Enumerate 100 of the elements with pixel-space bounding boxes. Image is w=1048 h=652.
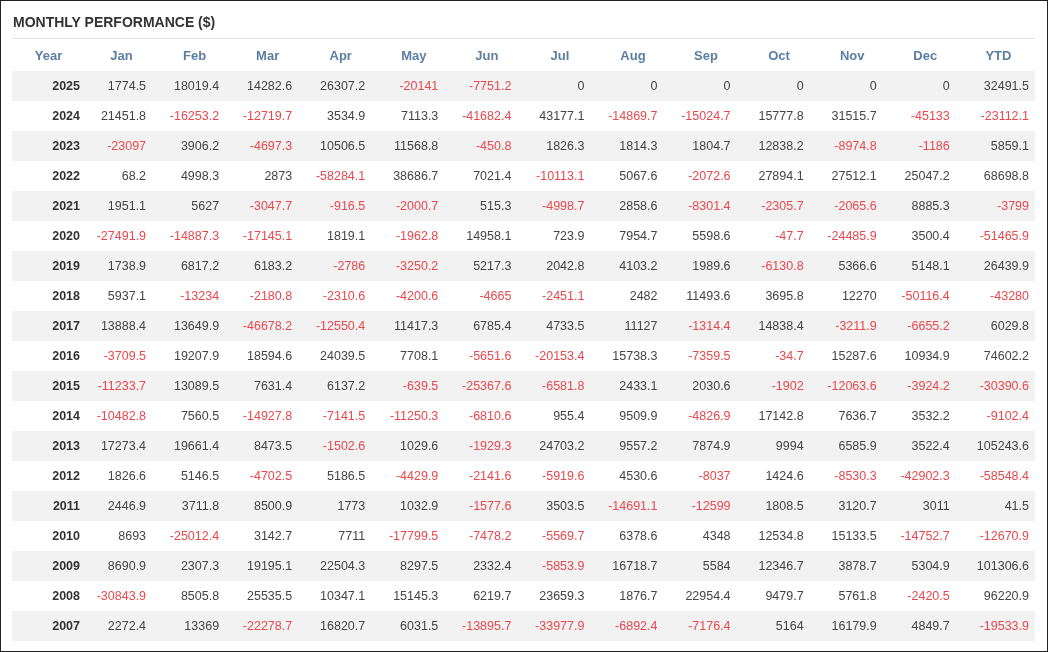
table-cell: 5148.1: [888, 251, 962, 281]
table-cell: 16820.7: [304, 611, 378, 641]
table-cell: 9557.2: [596, 431, 670, 461]
column-header: YTD: [961, 39, 1035, 71]
table-cell: 8297.5: [377, 551, 451, 581]
table-cell: 723.9: [523, 221, 597, 251]
year-cell: 2016: [12, 341, 85, 371]
table-cell: 2433.1: [596, 371, 670, 401]
table-cell: -2786: [304, 251, 378, 281]
table-cell: -9102.4: [961, 401, 1035, 431]
year-cell: 2018: [12, 281, 85, 311]
table-cell: -12599: [669, 491, 743, 521]
table-cell: -7478.2: [450, 521, 524, 551]
table-cell: 16718.7: [596, 551, 670, 581]
table-cell: 15145.3: [377, 581, 451, 611]
table-cell: 0: [742, 71, 816, 101]
column-header: Jun: [450, 39, 524, 71]
table-cell: 1819.1: [304, 221, 378, 251]
table-cell: -5919.6: [523, 461, 597, 491]
table-cell: 2873: [231, 161, 305, 191]
table-cell: -47.7: [742, 221, 816, 251]
table-cell: -6130.8: [742, 251, 816, 281]
table-cell: 4849.7: [888, 611, 962, 641]
table-cell: 8500.9: [231, 491, 305, 521]
table-cell: -45133: [888, 101, 962, 131]
column-header: Jul: [523, 39, 597, 71]
table-cell: 5859.1: [961, 131, 1035, 161]
table-cell: -20141: [377, 71, 451, 101]
table-cell: 5146.5: [158, 461, 232, 491]
table-cell: 7021.4: [450, 161, 524, 191]
table-cell: -4702.5: [231, 461, 305, 491]
table-cell: 2272.4: [85, 611, 159, 641]
table-cell: -12063.6: [815, 371, 889, 401]
table-cell: -3799: [961, 191, 1035, 221]
table-cell: -3924.2: [888, 371, 962, 401]
table-cell: 5598.6: [669, 221, 743, 251]
table-cell: -1502.6: [304, 431, 378, 461]
table-cell: 4103.2: [596, 251, 670, 281]
table-cell: 1738.9: [85, 251, 159, 281]
table-cell: -2180.8: [231, 281, 305, 311]
table-cell: 12270: [815, 281, 889, 311]
table-cell: 7954.7: [596, 221, 670, 251]
table-cell: -2451.1: [523, 281, 597, 311]
table-cell: -3211.9: [815, 311, 889, 341]
table-cell: 38686.7: [377, 161, 451, 191]
table-cell: 7113.3: [377, 101, 451, 131]
table-cell: 7708.1: [377, 341, 451, 371]
table-cell: -7176.4: [669, 611, 743, 641]
table-cell: 14282.6: [231, 71, 305, 101]
table-cell: -639.5: [377, 371, 451, 401]
table-cell: -58548.4: [961, 461, 1035, 491]
table-cell: 15777.8: [742, 101, 816, 131]
table-cell: 3500.4: [888, 221, 962, 251]
table-cell: 7711: [304, 521, 378, 551]
table-cell: 0: [669, 71, 743, 101]
table-cell: 13089.5: [158, 371, 232, 401]
table-cell: 13649.9: [158, 311, 232, 341]
table-cell: 3503.5: [523, 491, 597, 521]
column-header: Oct: [742, 39, 816, 71]
table-cell: 7631.4: [231, 371, 305, 401]
table-cell: 17273.4: [85, 431, 159, 461]
table-cell: -10113.1: [523, 161, 597, 191]
table-cell: 5304.9: [888, 551, 962, 581]
table-cell: 23659.3: [523, 581, 597, 611]
table-cell: 43177.1: [523, 101, 597, 131]
table-cell: -1577.6: [450, 491, 524, 521]
table-cell: -3709.5: [85, 341, 159, 371]
table-cell: -8037: [669, 461, 743, 491]
table-cell: 3532.2: [888, 401, 962, 431]
table-cell: -6810.6: [450, 401, 524, 431]
column-header: Aug: [596, 39, 670, 71]
table-cell: 4998.3: [158, 161, 232, 191]
table-cell: -17145.1: [231, 221, 305, 251]
table-cell: 74602.2: [961, 341, 1035, 371]
table-cell: -46678.2: [231, 311, 305, 341]
year-cell: 2008: [12, 581, 85, 611]
table-cell: -25012.4: [158, 521, 232, 551]
table-cell: 8690.9: [85, 551, 159, 581]
table-cell: -8974.8: [815, 131, 889, 161]
table-cell: 1951.1: [85, 191, 159, 221]
table-cell: -6581.8: [523, 371, 597, 401]
table-cell: 2446.9: [85, 491, 159, 521]
table-cell: -11250.3: [377, 401, 451, 431]
table-cell: 16179.9: [815, 611, 889, 641]
table-cell: -13895.7: [450, 611, 524, 641]
year-cell: 2012: [12, 461, 85, 491]
table-cell: 3142.7: [231, 521, 305, 551]
year-cell: 2009: [12, 551, 85, 581]
table-cell: -14752.7: [888, 521, 962, 551]
table-cell: 9994: [742, 431, 816, 461]
table-cell: -20153.4: [523, 341, 597, 371]
table-cell: 3011: [888, 491, 962, 521]
table-cell: 2332.4: [450, 551, 524, 581]
table-cell: -1962.8: [377, 221, 451, 251]
table-cell: 1876.7: [596, 581, 670, 611]
table-cell: 10934.9: [888, 341, 962, 371]
table-cell: 22954.4: [669, 581, 743, 611]
table-cell: 96220.9: [961, 581, 1035, 611]
table-cell: 3522.4: [888, 431, 962, 461]
table-cell: -1929.3: [450, 431, 524, 461]
